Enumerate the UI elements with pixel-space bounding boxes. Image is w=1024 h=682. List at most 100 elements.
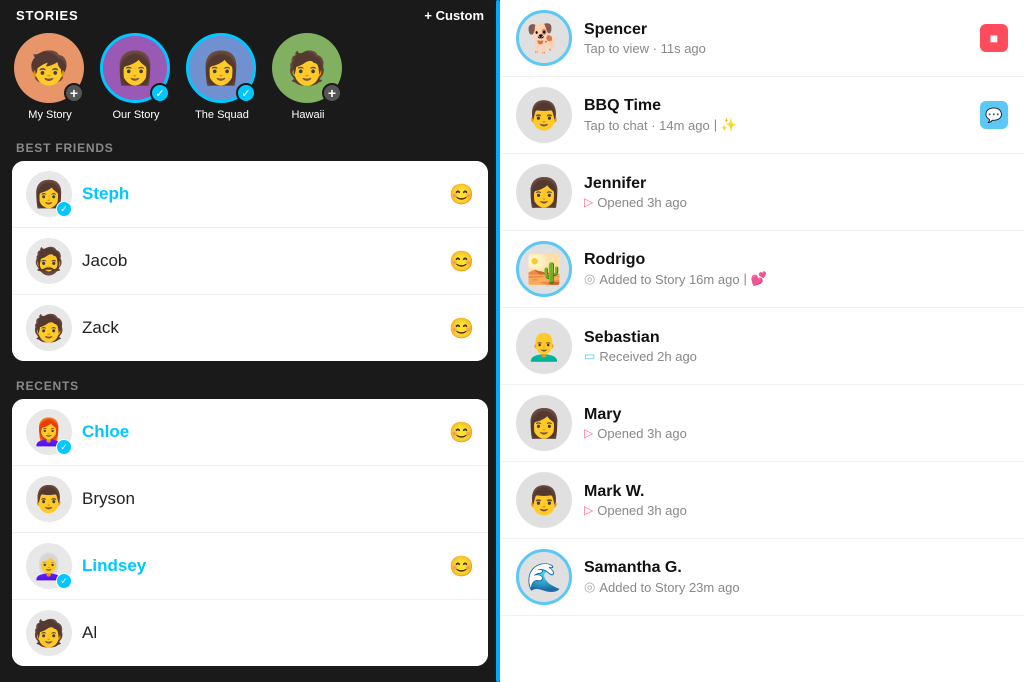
contact-name: Al	[82, 623, 474, 643]
contact-avatar: 👩‍🦰✓	[26, 409, 72, 455]
contact-badge: 😊	[449, 182, 474, 207]
chat-avatar: 👨	[516, 87, 572, 143]
chat-avatar: 🐕	[516, 10, 572, 66]
contact-item[interactable]: 🧑 Zack😊	[12, 295, 488, 361]
right-panel: 🐕 Spencer Tap to view · 11s ago ■ 👨 BBQ Time T…	[500, 0, 1024, 682]
chat-name: Jennifer	[584, 175, 1008, 193]
contact-item[interactable]: 🧔 Jacob😊	[12, 228, 488, 295]
contact-badge: 😊	[449, 554, 474, 579]
chat-sub-text: Opened 3h ago	[597, 503, 687, 518]
chat-info: Jennifer ▷Opened 3h ago	[584, 175, 1008, 210]
chat-sub-text: Tap to chat · 14m ago	[584, 118, 710, 133]
story-label: Hawaii	[272, 109, 344, 121]
contact-item[interactable]: 👩‍🦰✓Chloe😊	[12, 399, 488, 466]
chat-avatar: 🏜️	[516, 241, 572, 297]
chat-info: Mark W. ▷ Opened 3h ago	[584, 483, 1008, 518]
chat-sub: ▭Received 2h ago	[584, 349, 1008, 364]
contact-name: Lindsey	[82, 556, 449, 576]
chat-info: Mary ▷ Opened 3h ago	[584, 406, 1008, 441]
chat-sub-text: Opened 3h ago	[597, 426, 687, 441]
chat-sub: ◎ Added to Story 23m ago	[584, 579, 1008, 595]
chat-name: BBQ Time	[584, 97, 980, 115]
contact-avatar: 🧑	[26, 610, 72, 656]
panel-divider	[496, 0, 500, 682]
chat-info: Rodrigo ◎ Added to Story 16m ago | 💕	[584, 251, 1008, 287]
chat-info: Sebastian ▭Received 2h ago	[584, 329, 1008, 364]
chat-item[interactable]: 👨‍🦲Sebastian▭Received 2h ago	[500, 308, 1024, 385]
chat-item[interactable]: 👨BBQ TimeTap to chat · 14m ago | ✨💬	[500, 77, 1024, 154]
contact-name: Bryson	[82, 489, 474, 509]
contact-name: Jacob	[82, 251, 449, 271]
chat-avatar: 👩	[516, 164, 572, 220]
chat-name: Mark W.	[584, 483, 1008, 501]
story-item-hawaii[interactable]: 🧑+Hawaii	[268, 33, 348, 121]
chat-name: Samantha G.	[584, 559, 1008, 577]
best-friends-label: BEST FRIENDS	[0, 131, 500, 161]
chat-badge-blue: 💬	[980, 101, 1008, 129]
arrow-icon: ▷	[584, 503, 593, 517]
chat-name: Spencer	[584, 21, 980, 39]
snap-badge-red: ■	[980, 24, 1008, 52]
contact-avatar: 👩‍🦳✓	[26, 543, 72, 589]
contact-item[interactable]: 👩✓ Steph😊	[12, 161, 488, 228]
chat-item[interactable]: 🐕 Spencer Tap to view · 11s ago ■	[500, 0, 1024, 77]
contact-avatar: 🧑	[26, 305, 72, 351]
contact-avatar: 🧔	[26, 238, 72, 284]
chat-item[interactable]: 👩 Jennifer ▷Opened 3h ago	[500, 154, 1024, 231]
chat-item[interactable]: 👨Mark W.▷Opened 3h ago	[500, 462, 1024, 539]
contact-item[interactable]: 🧑 Al	[12, 600, 488, 666]
chat-sub-extra: | 💕	[744, 271, 767, 287]
stories-row: 🧒+My Story👩✓Our Story👩✓The Squad🧑+Hawaii	[0, 27, 500, 131]
story-icon: ◎	[584, 271, 595, 287]
chat-sub-text: Opened 3h ago	[597, 195, 687, 210]
chat-sub: Tap to chat · 14m ago | ✨	[584, 117, 980, 133]
story-check-icon: ✓	[236, 83, 256, 103]
recents-list: 👩‍🦰✓Chloe😊👨Bryson👩‍🦳✓Lindsey😊🧑Al	[12, 399, 488, 666]
chat-name: Sebastian	[584, 329, 1008, 347]
chat-info: Samantha G. ◎ Added to Story 23m ago	[584, 559, 1008, 595]
chat-info: BBQ Time Tap to chat · 14m ago | ✨	[584, 97, 980, 133]
custom-button[interactable]: + Custom	[424, 8, 484, 23]
chat-name: Mary	[584, 406, 1008, 424]
contact-name: Zack	[82, 318, 449, 338]
left-panel: STORIES + Custom 🧒+My Story👩✓Our Story👩✓…	[0, 0, 500, 682]
recents-label: RECENTS	[0, 369, 500, 399]
arrow-icon: ▷	[584, 426, 593, 440]
chat-avatar: 🌊	[516, 549, 572, 605]
story-item-my-story[interactable]: 🧒+My Story	[10, 33, 90, 121]
story-label: Our Story	[100, 109, 172, 121]
story-add-icon[interactable]: +	[64, 83, 84, 103]
chat-sub: ◎ Added to Story 16m ago | 💕	[584, 271, 1008, 287]
chat-item[interactable]: 🌊 Samantha G. ◎ Added to Story 23m ago	[500, 539, 1024, 616]
story-icon: ◎	[584, 579, 595, 595]
chat-sub-text: Tap to view · 11s ago	[584, 41, 706, 56]
chat-name: Rodrigo	[584, 251, 1008, 269]
stories-header: STORIES + Custom	[0, 0, 500, 27]
chat-sub-extra: | ✨	[714, 117, 737, 133]
story-label: My Story	[14, 109, 86, 121]
contact-badge: 😊	[449, 316, 474, 341]
chat-item[interactable]: 🏜️ Rodrigo ◎ Added to Story 16m ago | 💕	[500, 231, 1024, 308]
contact-name: Chloe	[82, 422, 449, 442]
stories-title: STORIES	[16, 8, 78, 23]
contact-check-icon: ✓	[56, 439, 72, 455]
chat-sub: ▷Opened 3h ago	[584, 195, 1008, 210]
chat-sub: ▷ Opened 3h ago	[584, 426, 1008, 441]
story-label: The Squad	[186, 109, 258, 121]
chat-sub-text: Added to Story 16m ago	[599, 272, 739, 287]
contact-badge: 😊	[449, 249, 474, 274]
contact-item[interactable]: 👨 Bryson	[12, 466, 488, 533]
story-item-squad[interactable]: 👩✓The Squad	[182, 33, 262, 121]
contact-item[interactable]: 👩‍🦳✓ Lindsey😊	[12, 533, 488, 600]
chat-item[interactable]: 👩Mary▷Opened 3h ago	[500, 385, 1024, 462]
chat-sub-text: Added to Story 23m ago	[599, 580, 739, 595]
contact-avatar: 👨	[26, 476, 72, 522]
chat-sub-text: Received 2h ago	[599, 349, 697, 364]
story-item-our-story[interactable]: 👩✓Our Story	[96, 33, 176, 121]
contact-name: Steph	[82, 184, 449, 204]
contact-avatar: 👩✓	[26, 171, 72, 217]
chat-info: Spencer Tap to view · 11s ago	[584, 21, 980, 56]
story-add-icon[interactable]: +	[322, 83, 342, 103]
best-friends-list: 👩✓Steph😊🧔Jacob😊🧑Zack😊	[12, 161, 488, 361]
chat-sub: ▷ Opened 3h ago	[584, 503, 1008, 518]
